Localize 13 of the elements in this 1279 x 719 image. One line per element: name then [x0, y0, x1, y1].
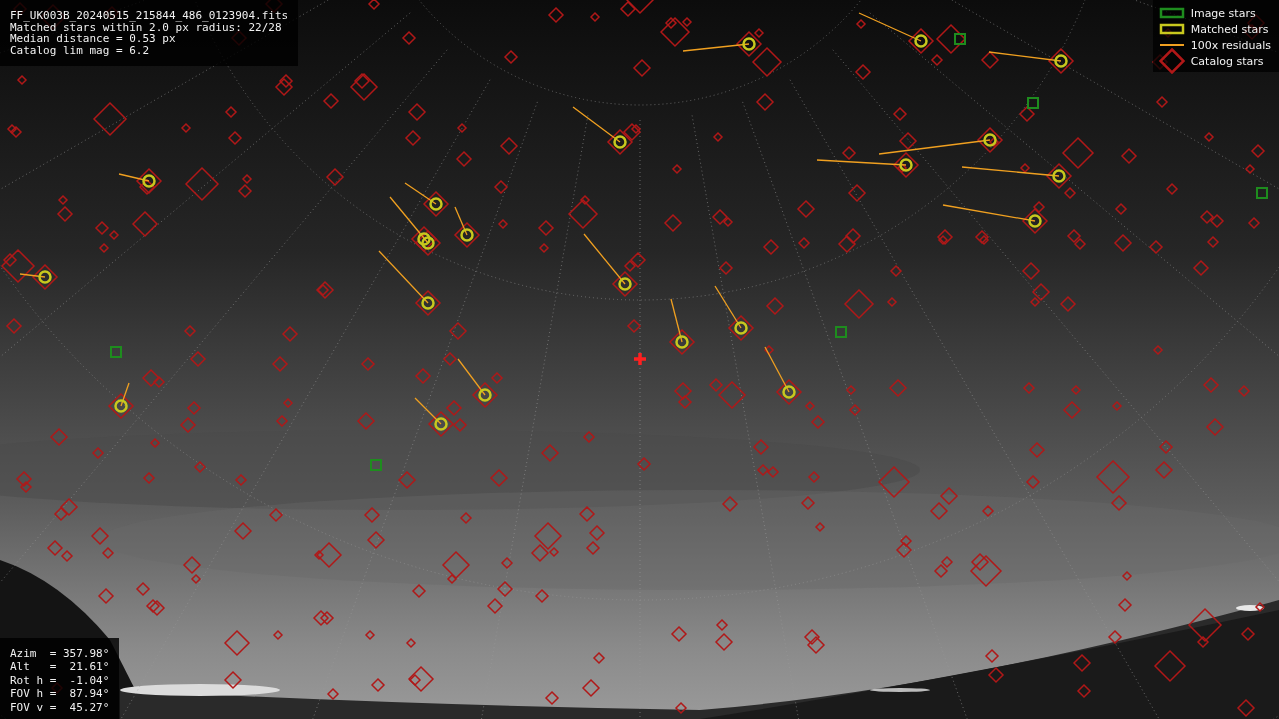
- legend-label: 100x residuals: [1190, 38, 1271, 52]
- info-text: Median distance = 0.53 px: [10, 33, 176, 45]
- info-text: FF_UK003B_20240515_215844_486_0123904.fits: [10, 10, 289, 22]
- legend-label: Matched stars: [1190, 22, 1269, 36]
- pointing-text: FOV h = 87.94°: [10, 688, 110, 700]
- pointing-text: Alt = 21.61°: [10, 661, 110, 673]
- info-text: Matched stars within 2.0 px radius: 22/28: [10, 21, 282, 33]
- legend-label: Image stars: [1190, 6, 1256, 20]
- legend-label: Catalog stars: [1190, 54, 1264, 68]
- info-text: Catalog lim mag = 6.2: [10, 44, 151, 56]
- pointing-text: FOV v = 45.27°: [10, 701, 110, 713]
- pointing-text: Azim = 357.98°: [10, 647, 110, 659]
- pointing-text: Rot h = -1.04°: [10, 674, 110, 686]
